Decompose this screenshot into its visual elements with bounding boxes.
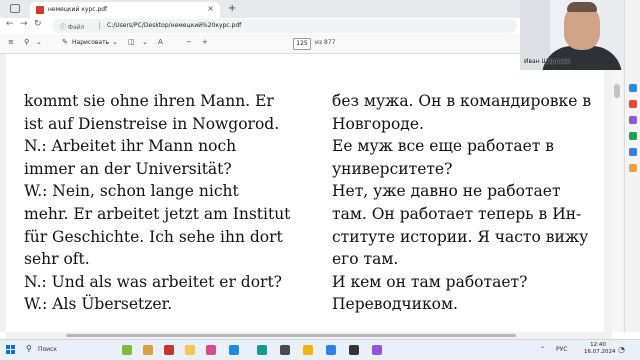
app-icon[interactable] — [372, 345, 382, 355]
chevron-down-icon[interactable]: ⌄ — [112, 38, 118, 46]
taskbar-search[interactable]: Поиск — [38, 346, 57, 353]
forward-icon[interactable]: → — [20, 19, 28, 29]
page-total: из 877 — [315, 39, 336, 46]
text-line: N.: Arbeitet ihr Mann noch — [24, 137, 237, 156]
app-icon[interactable] — [164, 345, 174, 355]
text-line: Ее муж все еще работает в — [332, 137, 555, 156]
presenter-hair — [567, 2, 597, 12]
app-icon[interactable] — [206, 345, 216, 355]
scrollbar-thumb[interactable] — [66, 334, 516, 337]
app-icon[interactable] — [257, 345, 267, 355]
new-tab-button[interactable]: + — [228, 3, 236, 14]
tray-expand-icon[interactable]: ⌃ — [540, 346, 545, 353]
zoom-out-icon[interactable]: − — [186, 38, 192, 46]
start-icon[interactable] — [6, 345, 16, 355]
contents-icon[interactable]: ≡ — [8, 38, 14, 46]
divider — [99, 22, 100, 30]
text-line: mehr. Er arbeitet jetzt am Institut — [24, 204, 291, 223]
text-line: für Geschichte. Ich sehe ihn dort — [24, 227, 283, 246]
read-aloud-icon[interactable]: A — [158, 38, 163, 46]
app-icon[interactable] — [229, 345, 239, 355]
browser-tab[interactable]: немецкий курс.pdf × — [30, 2, 220, 18]
address-bar[interactable]: ⓘ Файл C:/Users/PC/Desktop/немецкий%20ку… — [52, 19, 517, 33]
pdf-icon — [36, 6, 44, 14]
language-indicator[interactable]: РУС — [556, 346, 567, 353]
app-icon[interactable] — [280, 345, 290, 355]
sidebar-app-icon[interactable] — [629, 84, 637, 92]
back-icon[interactable]: ← — [6, 19, 14, 29]
app-icon[interactable] — [185, 345, 195, 355]
text-line: И кем он там работает? — [332, 272, 528, 291]
vertical-scrollbar[interactable] — [612, 54, 622, 332]
sidebar-app-icon[interactable] — [629, 164, 637, 172]
horizontal-scrollbar[interactable] — [6, 332, 612, 339]
text-line: W.: Nein, schon lange nicht — [24, 182, 239, 201]
text-line: ist auf Dienstreise in Nowgorod. — [24, 114, 280, 133]
text-line: ституте истории. Я часто вижу — [332, 227, 589, 246]
webcam-overlay: Иван Шарлаев — [520, 0, 624, 70]
close-icon[interactable]: × — [207, 4, 214, 13]
app-icon[interactable] — [143, 345, 153, 355]
text-line: kommt sie ohne ihren Mann. Er — [24, 92, 274, 110]
url-text[interactable]: C:/Users/PC/Desktop/немецкий%20курс.pdf — [107, 22, 241, 29]
search-icon[interactable]: ⚲ — [26, 344, 32, 353]
file-label: ⓘ Файл — [60, 24, 85, 31]
page-number-input[interactable]: 125 — [293, 38, 311, 50]
draw-icon[interactable]: ✎ — [62, 38, 68, 46]
filter-icon[interactable]: ⚲ — [24, 38, 29, 46]
text-line: immer an der Universität? — [24, 159, 232, 178]
taskbar: ⚲ Поиск ⌃ РУС 12:40 16.07.2024 ◔ — [0, 339, 640, 360]
text-line: там. Он работает теперь в Ин- — [332, 204, 582, 223]
reload-icon[interactable]: ↻ — [34, 19, 42, 29]
german-column: kommt sie ohne ihren Mann. Er ist auf Di… — [24, 90, 290, 316]
sidebar-app-icon[interactable] — [629, 116, 637, 124]
russian-column: без мужа. Он в командировке в Новгороде.… — [332, 90, 591, 316]
time-text: 12:40 — [590, 342, 606, 348]
text-line: его там. — [332, 250, 399, 269]
sidebar-app-icon[interactable] — [629, 132, 637, 140]
text-line: W.: Als Übersetzer. — [24, 295, 173, 314]
text-line: sehr oft. — [24, 250, 90, 269]
text-line: Переводчиком. — [332, 295, 458, 314]
text-line: без мужа. Он в командировке в — [332, 92, 592, 110]
chevron-down-icon[interactable]: ⌄ — [36, 38, 42, 46]
eraser-icon[interactable]: ◫ — [128, 38, 135, 46]
text-line: университете? — [332, 159, 453, 178]
app-icon[interactable] — [349, 345, 359, 355]
pdf-viewer[interactable]: kommt sie ohne ihren Mann. Er ist auf Di… — [0, 54, 624, 332]
chevron-down-icon[interactable]: ⌄ — [142, 38, 148, 46]
browser-sidebar — [624, 0, 640, 332]
date-text: 16.07.2024 — [584, 349, 616, 355]
notification-icon[interactable]: ◔ — [618, 345, 625, 354]
scrollbar-thumb[interactable] — [614, 84, 620, 98]
tab-title: немецкий курс.pdf — [48, 6, 108, 13]
text-line: Нет, уже давно не работает — [332, 182, 561, 201]
presenter-name: Иван Шарлаев — [524, 58, 571, 65]
text-line: Новгороде. — [332, 114, 424, 133]
app-icon[interactable] — [326, 345, 336, 355]
zoom-in-icon[interactable]: + — [202, 38, 208, 46]
clock[interactable]: 12:40 16.07.2024 — [584, 342, 616, 356]
sidebar-app-icon[interactable] — [629, 100, 637, 108]
app-icon[interactable] — [122, 345, 132, 355]
draw-button[interactable]: Нарисовать — [72, 39, 109, 46]
window-menu-icon[interactable] — [10, 4, 20, 13]
text-line: N.: Und als was arbeitet er dort? — [24, 272, 282, 291]
pdf-page: kommt sie ohne ihren Mann. Er ist auf Di… — [6, 54, 604, 332]
sidebar-app-icon[interactable] — [629, 148, 637, 156]
app-icon[interactable] — [303, 345, 313, 355]
